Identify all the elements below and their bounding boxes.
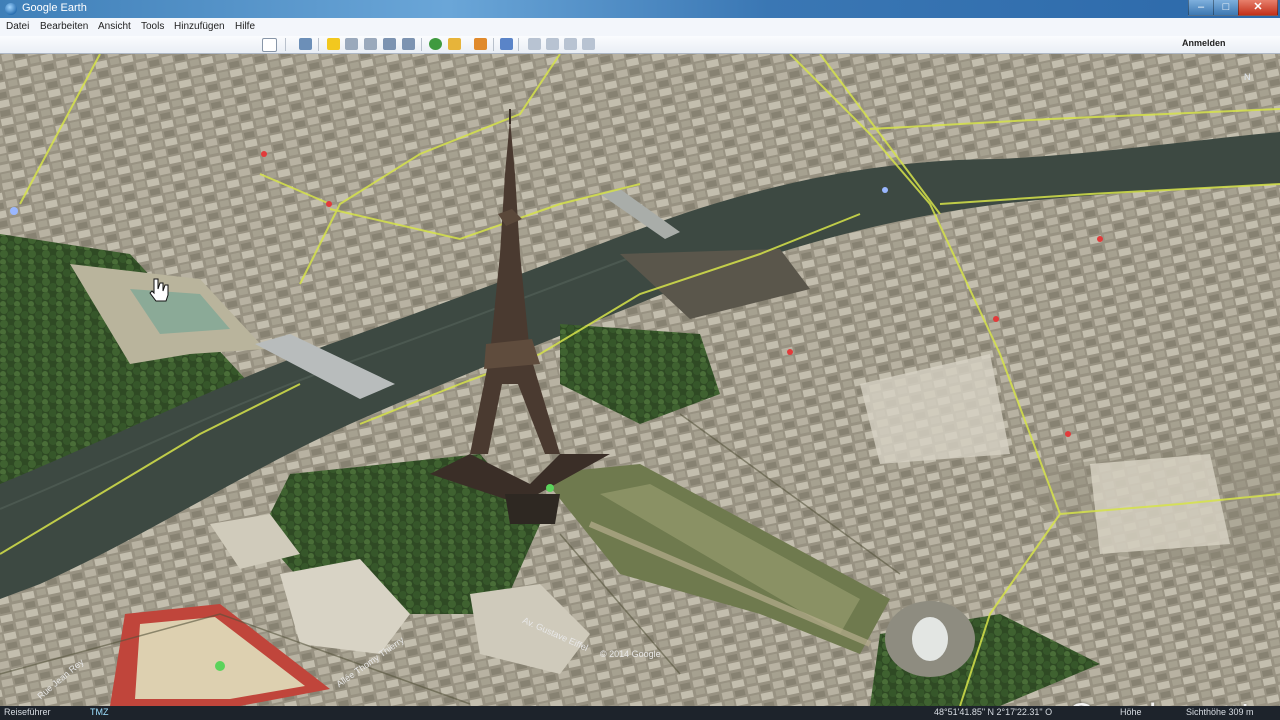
copyright-label: © 2014 Google <box>600 649 661 659</box>
sunlight-icon[interactable] <box>448 38 461 50</box>
toolbar-separator <box>493 38 494 51</box>
menu-item-bearbeiten[interactable]: Bearbeiten <box>40 21 88 32</box>
google-earth-app-icon <box>5 3 17 15</box>
ruler-icon[interactable] <box>500 38 513 50</box>
watermark-google-text: Google <box>1068 697 1176 706</box>
search-panel-icon[interactable] <box>262 38 277 52</box>
record-tour-icon[interactable] <box>402 38 415 50</box>
tour-guide-toggle[interactable]: Reiseführer <box>4 707 51 717</box>
switch-planet-icon[interactable] <box>474 38 487 50</box>
menu-item-tools[interactable]: Tools <box>141 21 164 32</box>
view-in-maps-icon[interactable] <box>582 38 595 50</box>
toolbar-separator <box>285 38 286 51</box>
coordinates-readout: 48°51'41.85" N 2°17'22.31" O <box>934 707 1053 717</box>
menu-item-datei[interactable]: Datei <box>6 21 29 32</box>
toolbar-separator <box>421 38 422 51</box>
eye-altitude-readout: Sichthöhe 309 m <box>1186 707 1254 717</box>
menu-item-hinzufuegen[interactable]: Hinzufügen <box>174 21 225 32</box>
toolbar-separator <box>518 38 519 51</box>
close-button[interactable]: ✕ <box>1238 0 1278 16</box>
sidebar-toggle-icon[interactable] <box>299 38 312 50</box>
print-icon[interactable] <box>546 38 559 50</box>
save-image-icon[interactable] <box>564 38 577 50</box>
menu-item-hilfe[interactable]: Hilfe <box>235 21 255 32</box>
aerial-scene <box>0 54 1280 706</box>
toolbar-separator <box>318 38 319 51</box>
menu-bar: Datei Bearbeiten Ansicht Tools Hinzufüge… <box>0 18 1280 37</box>
title-bar: Google Earth – □ ✕ <box>0 0 1280 18</box>
google-earth-watermark: Google earth <box>1068 697 1260 706</box>
polygon-icon[interactable] <box>345 38 358 50</box>
path-icon[interactable] <box>364 38 377 50</box>
email-icon[interactable] <box>528 38 541 50</box>
compass-n-label: N <box>1244 72 1251 82</box>
status-bar: Reiseführer TMZ 48°51'41.85" N 2°17'22.3… <box>0 706 1280 720</box>
historical-imagery-icon[interactable] <box>429 38 442 50</box>
toolbar: Anmelden <box>0 36 1280 54</box>
earth-3d-view[interactable]: Av. Gustave Eiffel Allée Thomy Thierry R… <box>0 54 1280 706</box>
maximize-button[interactable]: □ <box>1213 0 1239 16</box>
sign-in-button[interactable]: Anmelden <box>1182 38 1226 48</box>
placemark-icon[interactable] <box>327 38 340 50</box>
elevation-readout: Höhe <box>1120 707 1142 717</box>
image-overlay-icon[interactable] <box>383 38 396 50</box>
menu-item-ansicht[interactable]: Ansicht <box>98 21 131 32</box>
status-label: TMZ <box>90 707 109 717</box>
minimize-button[interactable]: – <box>1188 0 1214 16</box>
window-title: Google Earth <box>22 2 87 14</box>
